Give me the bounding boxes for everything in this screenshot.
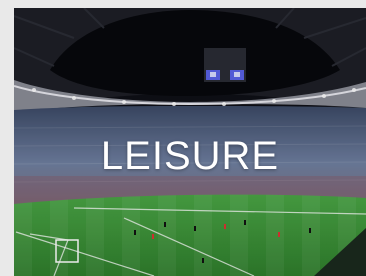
card-title: LEISURE [100, 134, 280, 178]
leisure-category-card[interactable]: LEISURE [14, 8, 366, 276]
